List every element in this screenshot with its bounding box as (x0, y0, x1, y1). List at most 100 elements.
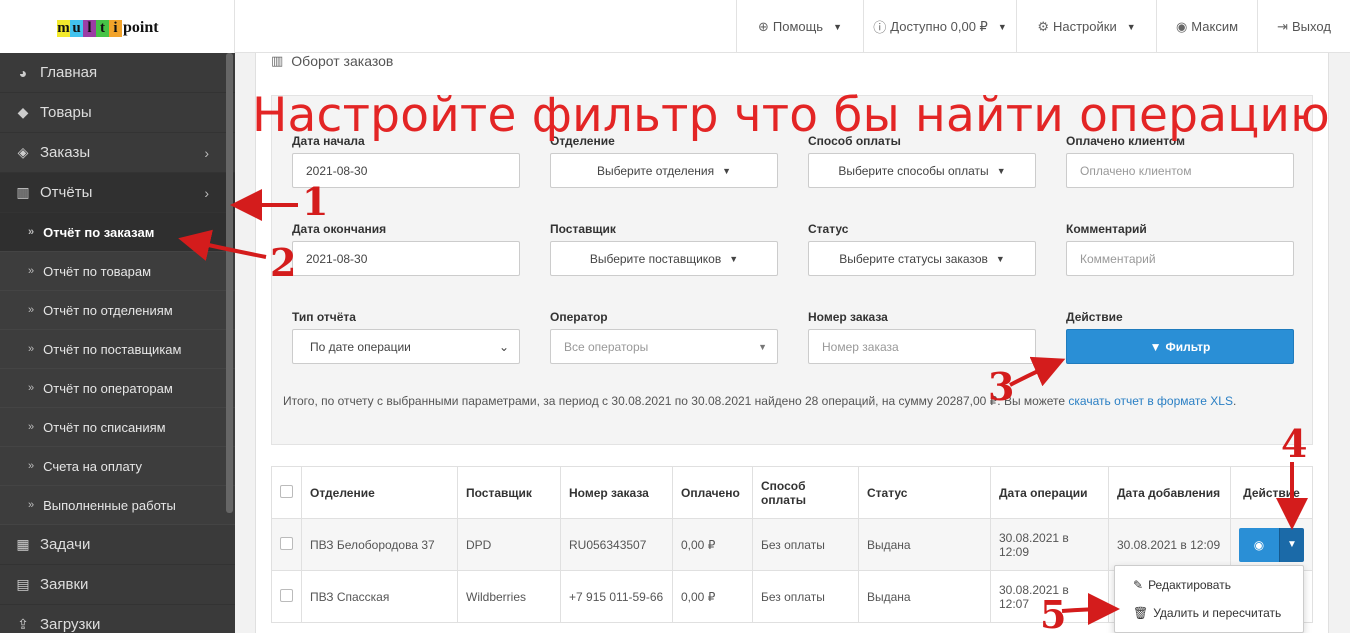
sidebar-scrollbar[interactable] (226, 53, 233, 513)
order-number-input[interactable]: Номер заказа (808, 329, 1036, 364)
info-icon: ⓘ (873, 20, 887, 35)
sidebar-sub-label: Отчёт по списаниям (43, 419, 166, 435)
cell-branch: ПВЗ Белобородова 37 (301, 518, 458, 571)
date-end-label: Дата окончания (292, 222, 387, 236)
nav-help-label: Помощь (772, 19, 824, 34)
double-chevron-icon: » (28, 421, 35, 433)
annotation-number-3: 3 (988, 364, 1015, 409)
sidebar-sub-label: Счета на оплату (43, 458, 143, 474)
caret-down-icon: ▼ (758, 341, 767, 352)
double-chevron-icon: » (28, 460, 35, 472)
operator-select[interactable]: Все операторы ▼ (550, 329, 778, 364)
cube-icon: ◈ (17, 144, 29, 160)
menu-item-delete[interactable]: 🗑 Удалить и пересчитать (1115, 599, 1303, 627)
action-dropdown-menu: ✎ Редактировать 🗑 Удалить и пересчитать (1114, 565, 1304, 633)
row-checkbox[interactable] (280, 588, 293, 602)
paid-input[interactable]: Оплачено клиентом (1066, 153, 1294, 188)
panel-title-text: Оборот заказов (291, 53, 394, 69)
chevron-right-icon: › (204, 144, 209, 161)
nav-help[interactable]: ⊕ Помощь ▼ (736, 0, 863, 53)
sidebar-item-products[interactable]: ◆ Товары (0, 93, 235, 133)
sidebar-item-reports[interactable]: ▥ Отчёты › (0, 173, 235, 213)
annotation-number-2: 2 (270, 240, 297, 285)
header-added-date[interactable]: Дата добавления (1108, 466, 1231, 519)
action-dropdown-toggle[interactable]: ▼ (1279, 527, 1304, 562)
gear-icon: ⚙ (1037, 18, 1049, 34)
sign-out-icon: ⇥ (1277, 18, 1288, 34)
sidebar-sub-branches-report[interactable]: » Отчёт по отделениям (0, 291, 235, 330)
sidebar-sub-label: Отчёт по поставщикам (43, 341, 182, 357)
header-supplier[interactable]: Поставщик (457, 466, 561, 519)
sidebar-sub-operators-report[interactable]: » Отчёт по операторам (0, 369, 235, 408)
palette-icon: ◕ (18, 64, 28, 81)
branch-dropdown[interactable]: Выберите отделения ▼ (550, 153, 778, 188)
sidebar-item-label: Отчёты (40, 184, 93, 201)
logo[interactable]: m u l t i point (57, 19, 159, 37)
order-number-label: Номер заказа (808, 310, 888, 324)
caret-down-icon: ▼ (833, 21, 843, 32)
sidebar-sub-orders-report[interactable]: » Отчёт по заказам (0, 213, 235, 252)
header-order-number[interactable]: Номер заказа (560, 466, 673, 519)
double-chevron-icon: » (28, 343, 35, 355)
supplier-label: Поставщик (550, 222, 616, 236)
date-end-input[interactable]: 2021-08-30 (292, 241, 520, 276)
header-paid[interactable]: Оплачено (672, 466, 753, 519)
double-chevron-icon: » (28, 499, 35, 511)
report-type-label: Тип отчёта (292, 310, 356, 324)
sidebar-sub-suppliers-report[interactable]: » Отчёт по поставщикам (0, 330, 235, 369)
action-label: Действие (1066, 310, 1123, 324)
nav-user[interactable]: ◉ Максим (1156, 0, 1257, 53)
sidebar-item-uploads[interactable]: ⇪ Загрузки (0, 605, 235, 633)
bar-chart-icon: ▥ (271, 53, 284, 68)
nav-settings[interactable]: ⚙ Настройки ▼ (1016, 0, 1156, 53)
cell-action: ◉ ▼ (1230, 518, 1313, 571)
header-operation-date[interactable]: Дата операции (990, 466, 1109, 519)
caret-down-icon: ▼ (995, 253, 1005, 264)
header-status[interactable]: Статус (858, 466, 991, 519)
header-action: Действие (1230, 466, 1313, 519)
nav-logout[interactable]: ⇥ Выход (1257, 0, 1350, 53)
menu-item-edit-label: Редактировать (1148, 578, 1231, 592)
filter-button[interactable]: ▼ Фильтр (1066, 329, 1294, 364)
top-bar: m u l t i point ⊕ Помощь ▼ ⓘ Доступно 0,00 ₽ … (0, 0, 1350, 53)
caret-down-icon: ▼ (1287, 539, 1297, 550)
sidebar-sub-invoices[interactable]: » Счета на оплату (0, 447, 235, 486)
status-dropdown[interactable]: Выберите статусы заказов ▼ (808, 241, 1036, 276)
cell-payment-method: Без оплаты (752, 518, 859, 571)
sidebar-item-home[interactable]: ◕ Главная (0, 53, 235, 93)
operator-value: Все операторы (564, 339, 649, 354)
select-all-checkbox[interactable] (280, 484, 293, 498)
sidebar-sub-writeoffs-report[interactable]: » Отчёт по списаниям (0, 408, 235, 447)
life-ring-icon: ⊕ (757, 18, 769, 34)
caret-down-icon: ▼ (997, 21, 1007, 32)
cell-supplier: Wildberries (457, 570, 561, 623)
download-xls-link[interactable]: скачать отчет в формате XLS (1068, 394, 1233, 408)
bar-chart-icon: ▥ (16, 184, 30, 200)
sidebar-sub-completed-works[interactable]: » Выполненные работы (0, 486, 235, 525)
payment-dropdown-value: Выберите способы оплаты (838, 163, 989, 178)
sidebar-item-label: Задачи (40, 536, 91, 553)
row-checkbox[interactable] (280, 536, 293, 550)
view-button[interactable]: ◉ (1239, 527, 1279, 562)
sidebar-sub-goods-report[interactable]: » Отчёт по товарам (0, 252, 235, 291)
cell-paid: 0,00 ₽ (672, 518, 753, 571)
nav-balance[interactable]: ⓘ Доступно 0,00 ₽ ▼ (863, 0, 1016, 53)
table-header-row: Отделение Поставщик Номер заказа Оплачен… (271, 466, 1313, 519)
supplier-dropdown[interactable]: Выберите поставщиков ▼ (550, 241, 778, 276)
sidebar-item-tasks[interactable]: ▦ Задачи (0, 525, 235, 565)
menu-item-edit[interactable]: ✎ Редактировать (1115, 571, 1303, 599)
sidebar-item-label: Загрузки (40, 616, 101, 633)
sidebar-item-requests[interactable]: ▤ Заявки (0, 565, 235, 605)
nav-settings-label: Настройки (1052, 19, 1117, 34)
filter-button-label: Фильтр (1165, 339, 1211, 354)
report-type-value: По дате операции (310, 339, 411, 354)
sidebar-item-orders[interactable]: ◈ Заказы › (0, 133, 235, 173)
header-payment-method[interactable]: Способ оплаты (752, 466, 859, 519)
header-branch[interactable]: Отделение (301, 466, 458, 519)
report-type-select[interactable]: По дате операции ⌄ (292, 329, 520, 364)
status-dropdown-value: Выберите статусы заказов (839, 251, 988, 266)
double-chevron-icon: » (28, 226, 35, 238)
payment-dropdown[interactable]: Выберите способы оплаты ▼ (808, 153, 1036, 188)
comment-label: Комментарий (1066, 222, 1147, 236)
comment-input[interactable]: Комментарий (1066, 241, 1294, 276)
